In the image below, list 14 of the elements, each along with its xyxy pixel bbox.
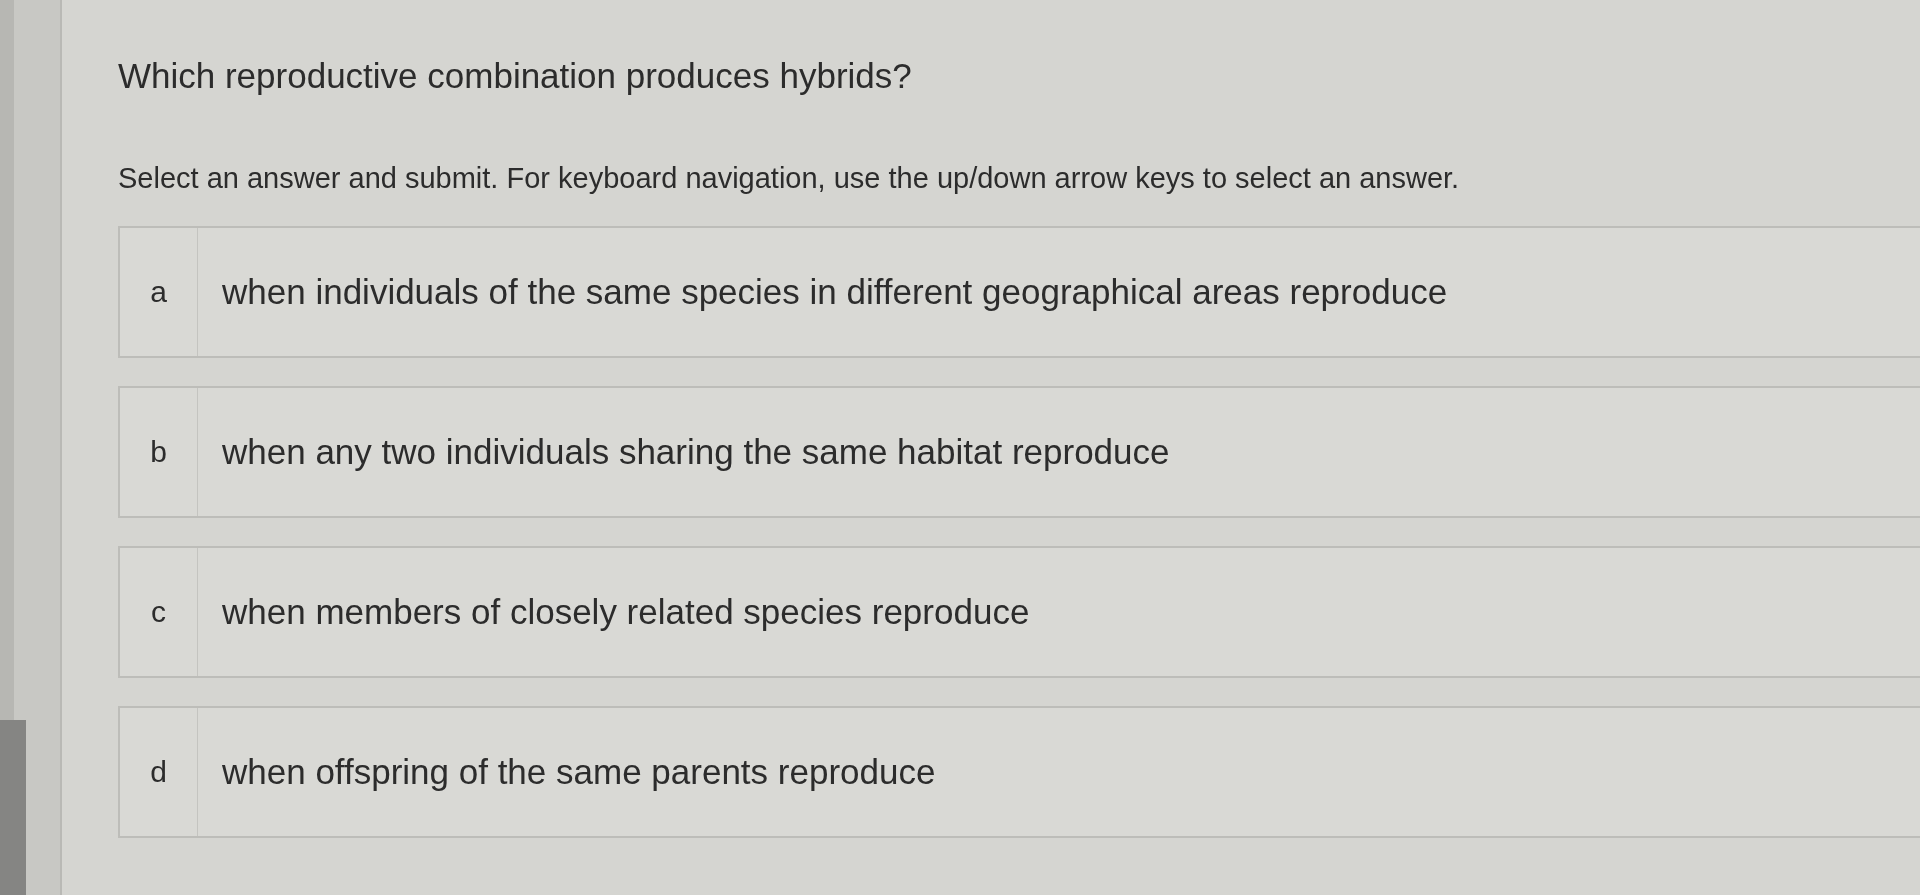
option-letter: a (120, 228, 198, 356)
option-text: when individuals of the same species in different geographical areas reproduce (221, 271, 1448, 313)
answer-option[interactable]: b when any two individuals sharing the same habitat reproduce (118, 386, 1920, 518)
option-text: when any two individuals sharing the same habitat reproduce (221, 431, 1170, 473)
answer-option[interactable]: a when individuals of the same species in different geographical areas reproduce (118, 226, 1920, 358)
question-title: Which reproductive combination produces hybrids? (118, 55, 912, 97)
instructions-text: Select an answer and submit. For keyboard navigation, use the up/down arrow keys to select an answer. (118, 161, 1460, 195)
option-text: when members of closely related species reproduce (221, 591, 1030, 633)
option-letter: b (120, 388, 198, 516)
answer-option[interactable]: c when members of closely related species reproduce (118, 546, 1920, 678)
option-letter: d (120, 708, 198, 836)
option-text: when offspring of the same parents reproduce (221, 751, 936, 793)
answer-option[interactable]: d when offspring of the same parents reproduce (118, 706, 1920, 838)
option-letter: c (120, 548, 198, 676)
